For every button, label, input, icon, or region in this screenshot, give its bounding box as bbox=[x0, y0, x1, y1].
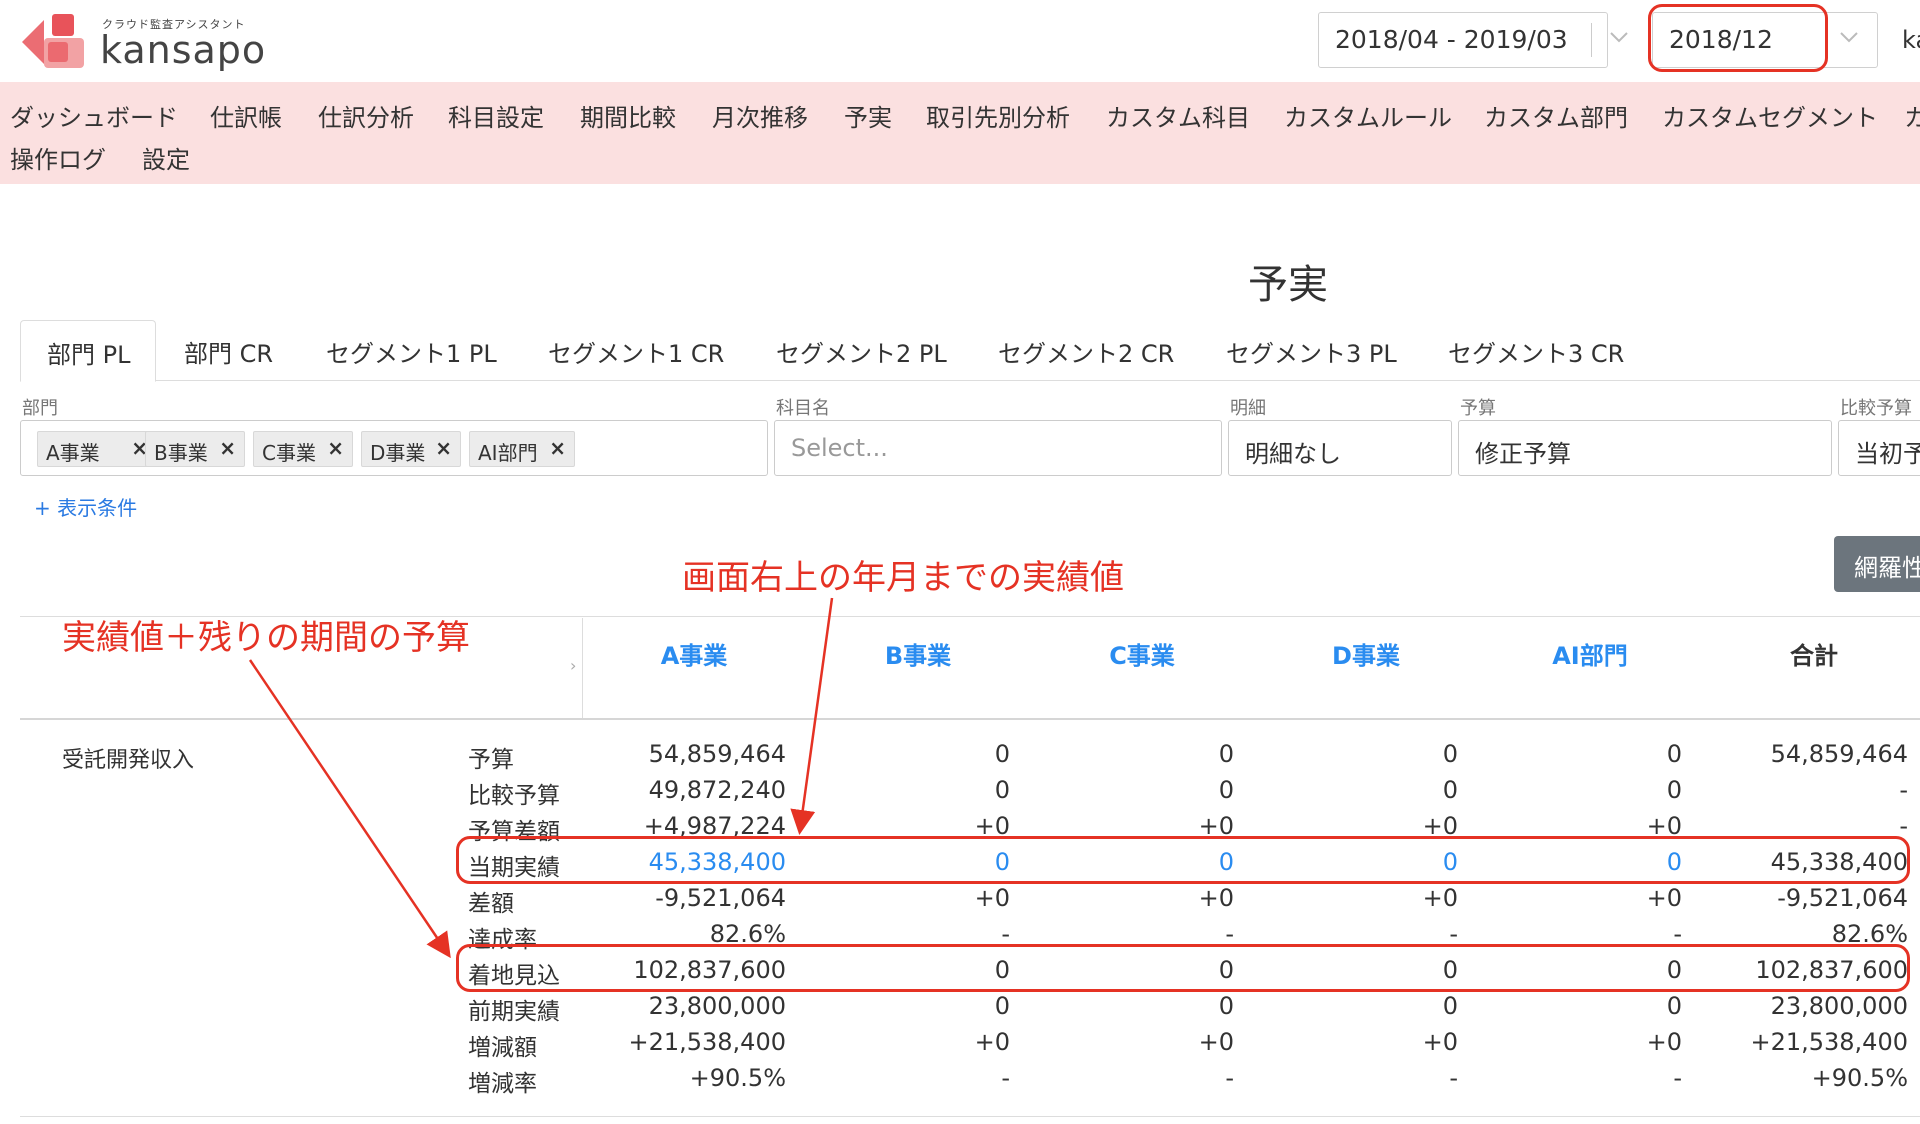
arrow-to-forecast bbox=[248, 659, 451, 959]
annotation-forecast-note: 実績値＋残りの期間の予算 bbox=[62, 618, 470, 658]
annotation-actual-note: 画面右上の年月までの実績値 bbox=[682, 558, 1124, 598]
arrow-to-current-actual bbox=[790, 597, 834, 835]
